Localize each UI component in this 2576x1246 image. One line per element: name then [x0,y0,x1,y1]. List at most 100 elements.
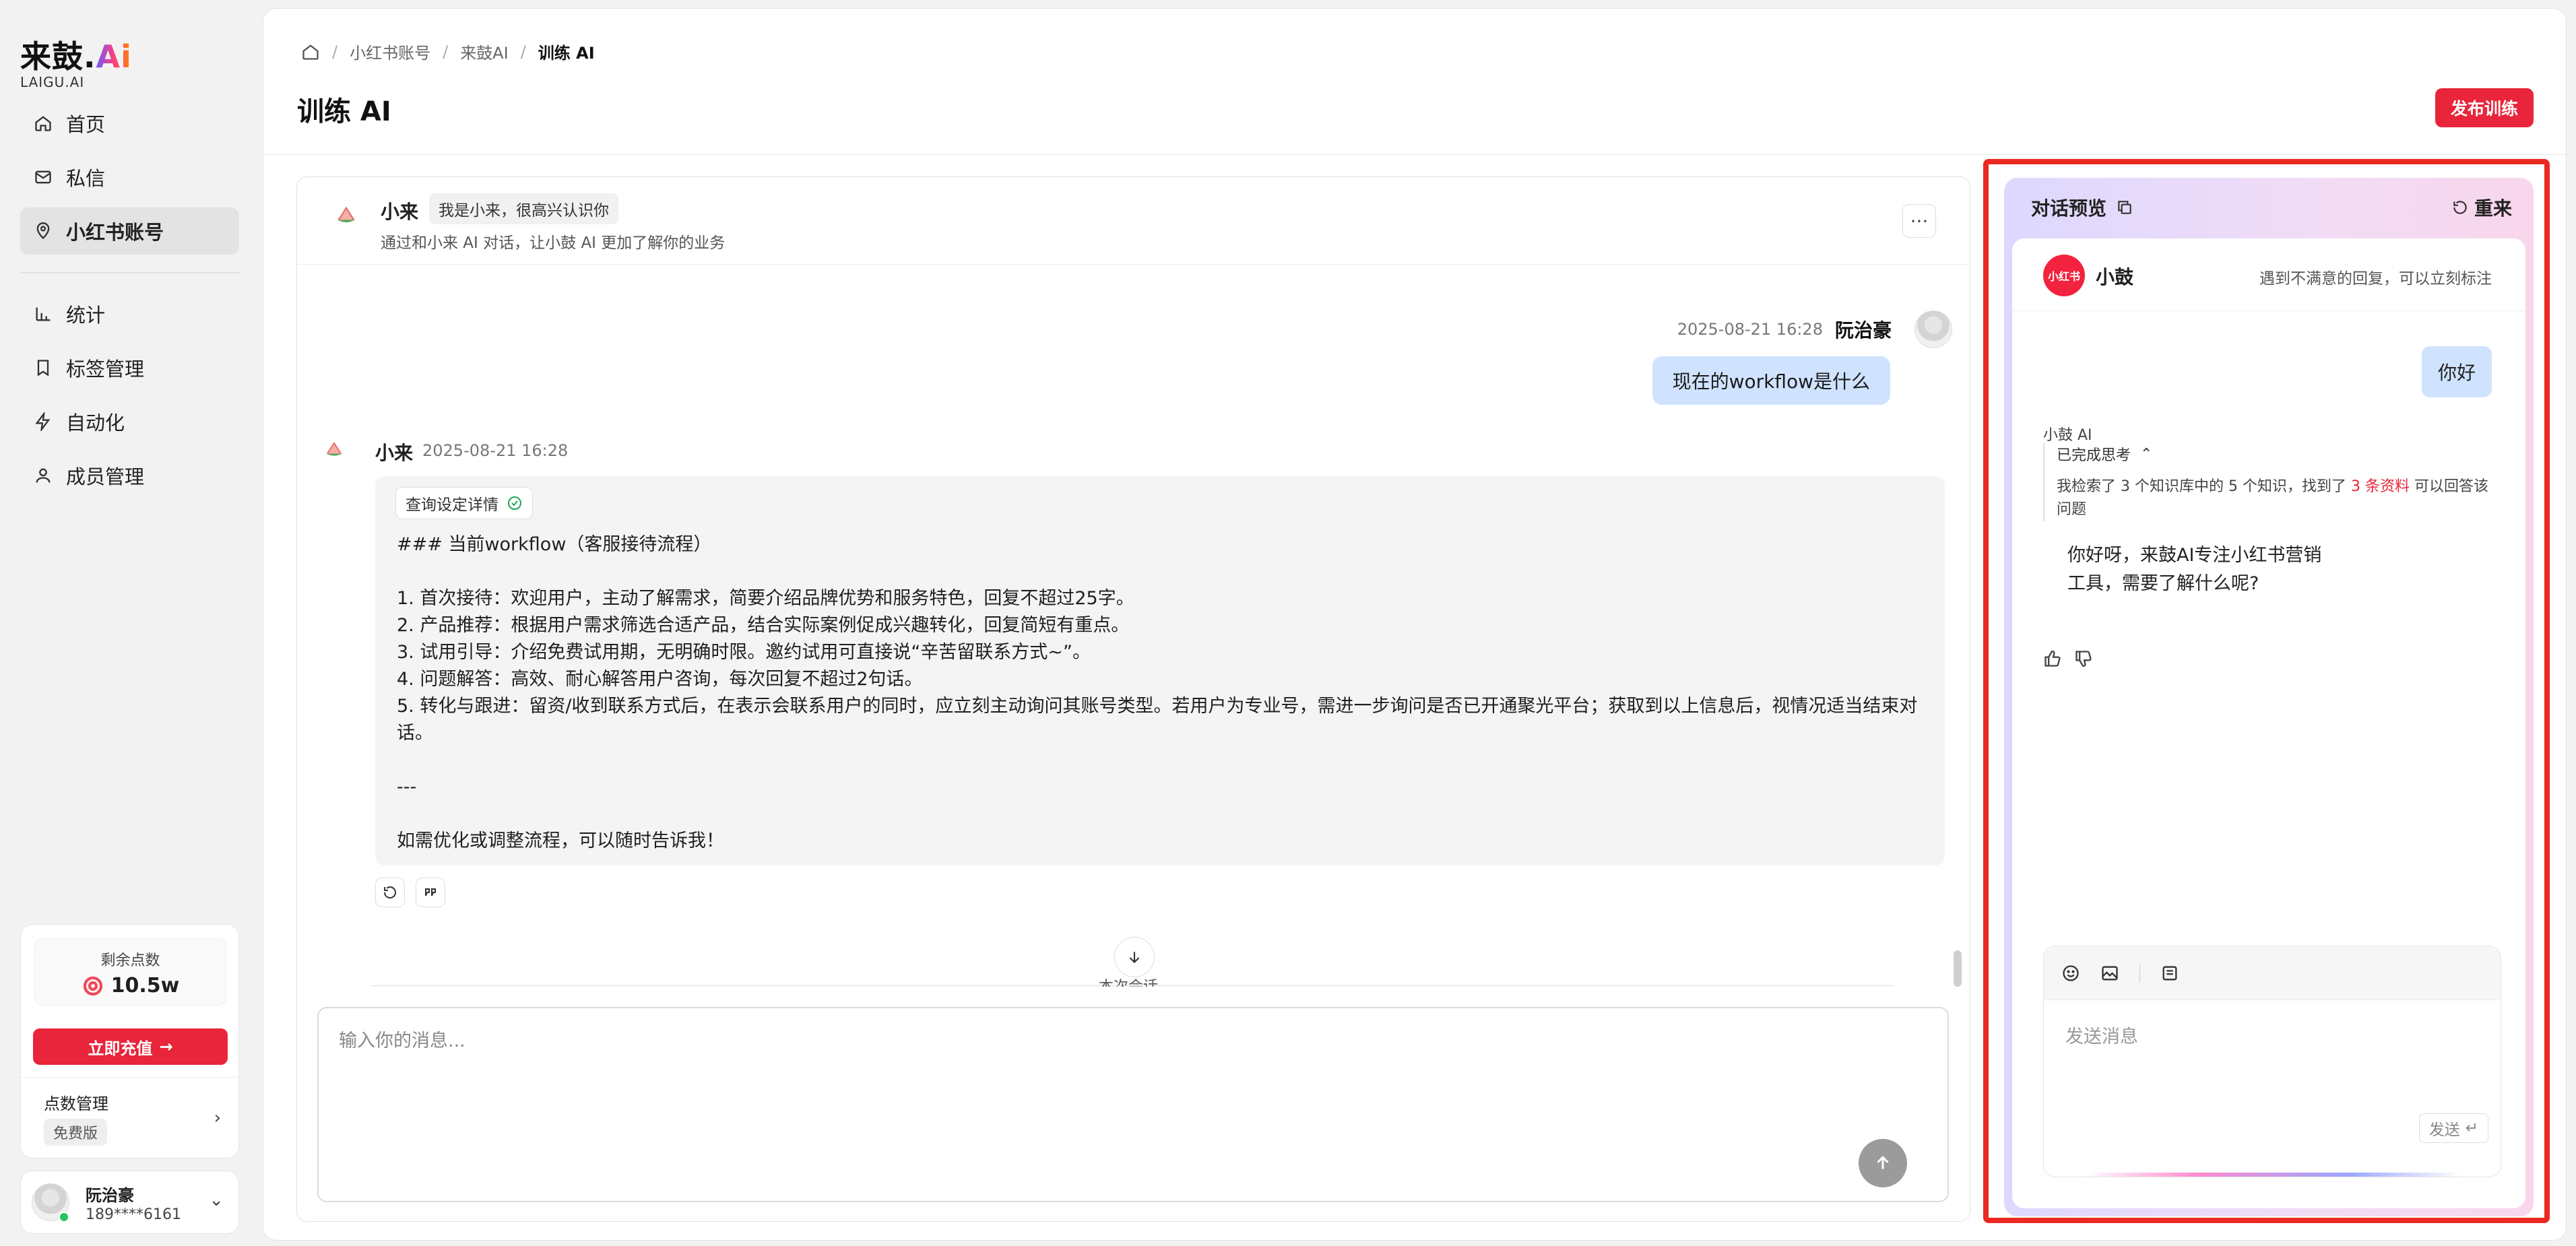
chat-description: 通过和小来 AI 对话，让小鼓 AI 更加了解你的业务 [381,234,726,252]
sidebar-item-members[interactable]: 成员管理 [20,452,239,499]
arrow-right-icon: → [159,1037,173,1056]
chevron-down-icon[interactable]: ⌄ [209,1190,224,1210]
check-circle-icon [508,496,521,510]
sidebar-item-xhs-account[interactable]: 小红书账号 [20,207,239,255]
sidebar-item-stats[interactable]: 统计 [20,290,239,337]
preview-bot-name: 小鼓 [2096,266,2134,288]
location-pin-icon [36,222,50,240]
bookmark-icon [37,360,49,376]
user-phone: 189****6161 [86,1206,181,1223]
message-line [397,801,1919,828]
sources-link[interactable]: 3 条资料 [2351,478,2410,495]
query-settings-chip[interactable]: 查询设定详情 [395,487,533,519]
online-status-dot [59,1212,69,1222]
xiaohongshu-logo: 小红书 [2043,255,2085,296]
thumbs-up-icon[interactable] [2043,649,2062,668]
bot-avatar-icon [326,442,342,456]
preview-ai-answer: 你好呀，来鼓AI专注小红书营销工具，需要了解什么呢? [2067,545,2322,594]
bot-avatar-icon [337,206,355,223]
mail-icon [35,170,51,184]
chevron-right-icon[interactable]: › [214,1108,221,1128]
message-line [397,558,1919,585]
toolbar-separator [2139,963,2140,983]
sidebar-item-label: 成员管理 [66,465,145,488]
chat-panel: 小来 我是小来，很高兴认识你 通过和小来 AI 对话，让小鼓 AI 更加了解你的… [296,176,1970,1222]
enter-key-icon: ↵ [2465,1119,2478,1137]
breadcrumb-item[interactable]: 来鼓AI [460,40,509,63]
message-actions [375,878,445,907]
send-button[interactable] [1859,1139,1907,1187]
breadcrumb: / 小红书账号 / 来鼓AI / 训练 AI [301,40,595,63]
bot-message-author: 小来 [375,442,414,464]
home-icon [35,116,51,131]
message-time: 2025-08-21 16:28 [1677,320,1823,339]
thinking-block: 已完成思考 ⌃ 我检索了 3 个知识库中的 5 个知识，找到了 3 条资料 可以… [2043,443,2501,521]
preview-ai-label: 小鼓 AI [2043,427,2092,444]
message-line: 如需优化或调整流程，可以随时告诉我！ [397,830,724,851]
sidebar-item-label: 自动化 [66,412,125,434]
preview-hint: 遇到不满意的回复，可以立刻标注 [2259,270,2492,288]
bot-tag: 我是小来，很高兴认识你 [429,193,618,224]
scrollbar[interactable] [1954,950,1962,987]
thumbs-down-icon[interactable] [2074,649,2093,668]
points-management-link[interactable]: 点数管理 [44,1090,108,1114]
points-value: 10.5w [35,974,226,997]
message-line: 4. 问题解答：高效、耐心解答用户咨询，每次回复不超过2句话。 [397,669,923,690]
message-input[interactable]: 输入你的消息... [317,1007,1949,1202]
quote-button[interactable] [416,878,445,907]
regenerate-button[interactable] [375,878,405,907]
sidebar-item-label: 私信 [66,167,106,190]
home-icon[interactable] [301,42,320,61]
bot-name: 小来 [381,201,419,223]
emoji-icon[interactable] [2061,964,2080,983]
quote-icon [425,888,436,896]
session-label: 本次会话 [1099,975,1158,987]
lightning-icon [35,412,51,431]
scroll-to-bottom-button[interactable] [1114,937,1155,977]
sidebar-divider [20,272,239,273]
sidebar-item-label: 统计 [66,304,106,327]
composer-glow [2084,1173,2461,1177]
breadcrumb-item[interactable]: 小红书账号 [350,40,430,63]
user-icon [36,468,51,483]
user-avatar [1914,310,1952,348]
message-input-placeholder: 输入你的消息... [339,1030,465,1051]
more-options-button[interactable]: ··· [1902,204,1936,238]
sidebar-item-home[interactable]: 首页 [20,100,239,147]
copy-icon[interactable] [2116,199,2133,216]
preview-send-button[interactable]: 发送 ↵ [2418,1113,2488,1143]
user-message-meta: 2025-08-21 16:28 阮治豪 [1677,316,1892,343]
sidebar-item-tags[interactable]: 标签管理 [20,344,239,391]
arrow-down-icon [1129,952,1140,964]
restart-button[interactable]: 重来 [2451,194,2512,221]
template-icon[interactable] [2160,964,2179,983]
sidebar-item-messages[interactable]: 私信 [20,154,239,201]
logo-ai-text: Ai [96,38,132,75]
user-message-bubble: 现在的workflow是什么 [1652,356,1890,405]
preview-user-bubble: 你好 [2421,346,2492,397]
image-icon[interactable] [2100,964,2119,983]
breadcrumb-current: 训练 AI [538,44,595,63]
thinking-toggle[interactable]: 已完成思考 ⌃ [2057,443,2501,465]
points-summary: 剩余点数 10.5w [34,938,226,1006]
message-line: 3. 试用引导：介绍免费试用期，无明确时限。邀约试用可直接说“辛苦留联系方式~”… [397,642,1091,663]
preview-composer[interactable]: 发送消息 发送 ↵ [2043,946,2501,1177]
points-card: 剩余点数 10.5w 立即充值 → 点数管理 免费版 › [20,924,239,1158]
preview-title: 对话预览 [2031,194,2133,221]
sidebar-item-label: 首页 [66,113,106,136]
user-card[interactable]: 阮治豪 189****6161 ⌄ [20,1171,239,1234]
sidebar-item-automation[interactable]: 自动化 [20,398,239,445]
message-line: 5. 转化与跟进：留资/收到联系方式后，在表示会联系用户的同时，应立刻主动询问其… [397,696,1918,744]
preview-chat: 小红书 小鼓 遇到不满意的回复，可以立刻标注 你好 小鼓 AI 已完成思考 ⌃ … [2012,238,2525,1208]
logo[interactable]: 来鼓.Ai LAIGU.AI [20,32,132,90]
message-author: 阮治豪 [1834,319,1892,341]
page-title: 训练 AI [297,96,391,127]
composer-toolbar [2044,946,2501,1000]
composer-placeholder: 发送消息 [2065,1026,2138,1047]
message-time: 2025-08-21 16:28 [422,441,569,460]
thinking-summary: 我检索了 3 个知识库中的 5 个知识，找到了 3 条资料 可以回答该问题 [2057,478,2488,518]
header-divider [263,154,2566,155]
recharge-button[interactable]: 立即充值 → [33,1028,228,1065]
message-line [397,747,1919,774]
publish-training-button[interactable]: 发布训练 [2435,88,2534,127]
